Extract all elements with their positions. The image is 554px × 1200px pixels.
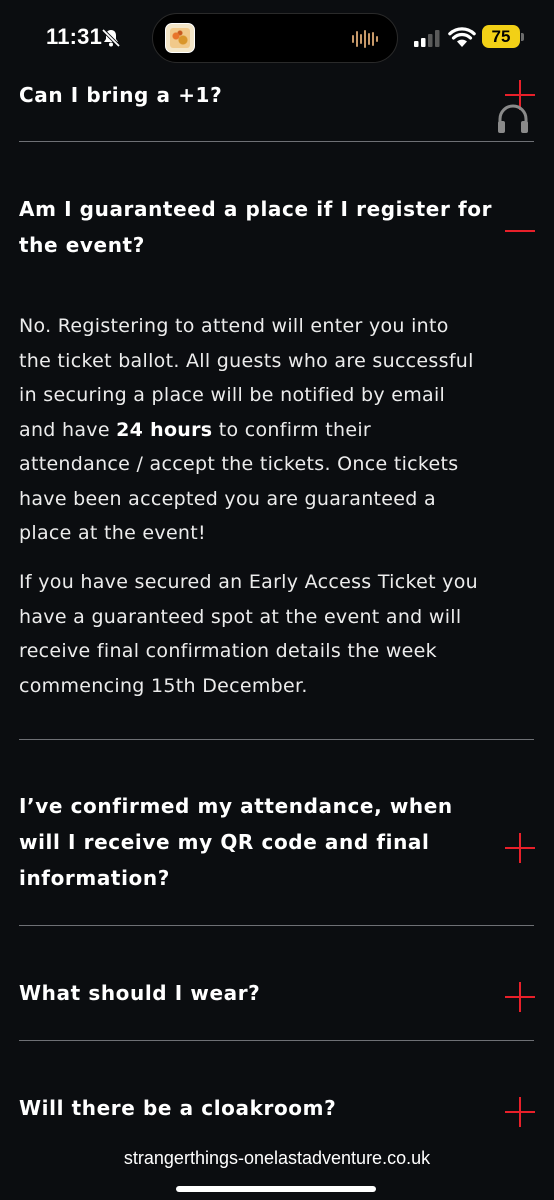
battery-cap — [521, 33, 524, 41]
expand-plus-icon[interactable] — [505, 833, 535, 863]
question-line: the event? — [19, 233, 145, 257]
plus-vertical-stroke — [519, 982, 521, 1012]
plus-vertical-stroke — [519, 1097, 521, 1127]
bell-slash-icon — [101, 28, 121, 48]
answer-line: commencing 15th December. — [19, 674, 308, 697]
answer-line: in securing a place will be notified by … — [19, 384, 446, 406]
headphones-icon[interactable] — [496, 102, 530, 134]
clock: 11:31 — [46, 24, 103, 49]
question-line: I’ve confirmed my attendance, when — [19, 794, 453, 818]
minus-stroke — [505, 230, 535, 232]
faq-answer-paragraph-1: No. Registering to attend will enter you… — [19, 309, 539, 551]
answer-line: receive final confirmation details the w… — [19, 640, 437, 662]
question-line: Am I guaranteed a place if I register fo… — [19, 197, 493, 221]
answer-line: No. Registering to attend will enter you… — [19, 315, 449, 337]
plus-vertical-stroke — [519, 833, 521, 863]
question-line: information? — [19, 866, 170, 890]
cellular-signal-icon — [414, 30, 440, 47]
faq-question-qr-code[interactable]: I’ve confirmed my attendance, when will … — [19, 788, 453, 896]
battery-level: 75 — [491, 27, 511, 46]
answer-line: the ticket ballot. All guests who are su… — [19, 349, 474, 372]
status-bar: 11:31 75 — [0, 0, 554, 76]
faq-divider — [19, 739, 534, 740]
question-line: will I receive my QR code and final — [19, 830, 430, 854]
answer-line: place at the event! — [19, 522, 206, 544]
faq-question-cloakroom[interactable]: Will there be a cloakroom? — [19, 1090, 336, 1126]
faq-question-guaranteed-place[interactable]: Am I guaranteed a place if I register fo… — [19, 191, 492, 263]
answer-line: attendance / accept the tickets. Once ti… — [19, 453, 459, 475]
url-text[interactable]: strangerthings-onelastadventure.co.uk — [0, 1148, 554, 1169]
answer-line: If you have secured an Early Access Tick… — [19, 571, 478, 593]
answer-text: and have — [19, 418, 117, 441]
collapse-minus-icon[interactable] — [505, 216, 535, 246]
wifi-icon — [448, 27, 476, 47]
faq-answer-paragraph-2: If you have secured an Early Access Tick… — [19, 565, 539, 703]
browser-address-bar[interactable]: strangerthings-onelastadventure.co.uk — [0, 1132, 554, 1200]
faq-divider — [19, 1040, 534, 1041]
faq-divider — [19, 925, 534, 926]
battery-icon: 75 — [482, 25, 524, 48]
answer-text: to confirm their — [212, 418, 372, 441]
answer-line: have been accepted you are guaranteed a — [19, 487, 436, 510]
answer-bold-text: 24 hours — [116, 418, 213, 441]
dynamic-island[interactable] — [152, 13, 398, 63]
app-artwork-icon[interactable] — [165, 23, 195, 53]
expand-plus-icon[interactable] — [505, 1097, 535, 1127]
faq-question-bring-plus-one[interactable]: Can I bring a +1? — [19, 77, 222, 113]
answer-line: and have 24 hours to confirm their — [19, 413, 539, 448]
faq-question-what-to-wear[interactable]: What should I wear? — [19, 975, 260, 1011]
waveform-icon — [352, 30, 378, 48]
expand-plus-icon[interactable] — [505, 982, 535, 1012]
answer-line: have a guaranteed spot at the event and … — [19, 605, 462, 628]
faq-divider — [19, 141, 534, 142]
home-indicator[interactable] — [176, 1186, 376, 1192]
